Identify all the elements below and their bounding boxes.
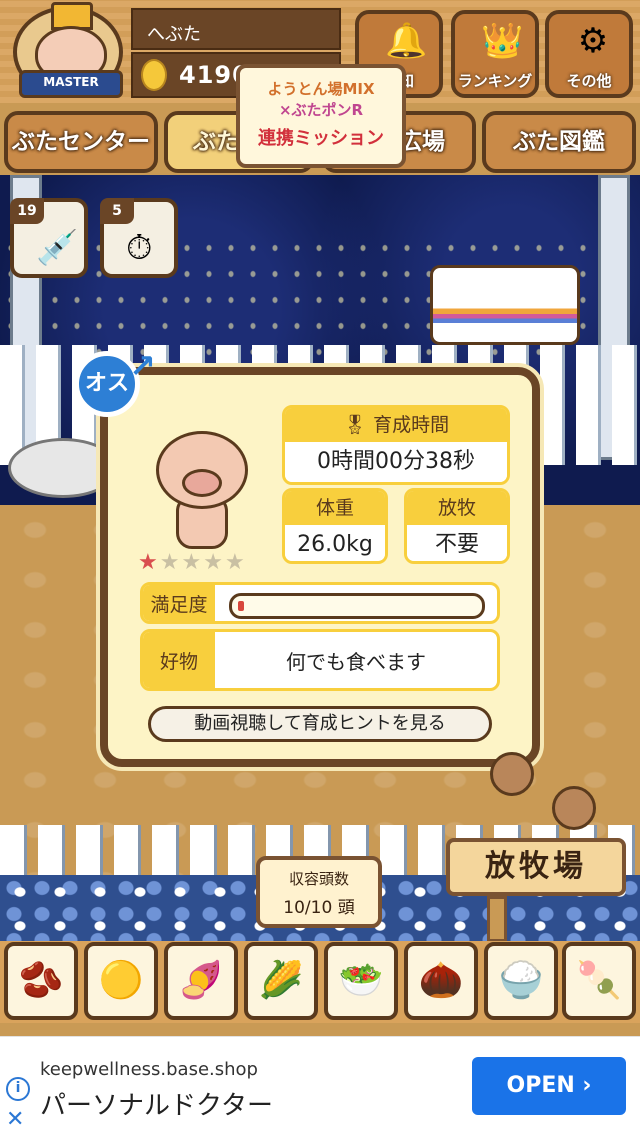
feed-slot-6[interactable]: 🌰 bbox=[404, 942, 478, 1020]
event-mission-sign[interactable]: ようとん場MIX ×ぶたポンR 連携ミッション bbox=[236, 64, 406, 168]
ad-info-icon[interactable]: i bbox=[6, 1077, 30, 1101]
weight-field: 体重 26.0kg bbox=[282, 488, 388, 564]
ad-title: パーソナルドクター bbox=[40, 1091, 273, 1121]
star-empty-icon: ★ bbox=[159, 550, 182, 575]
feed-slot-2[interactable]: 🟡 bbox=[84, 942, 158, 1020]
sparrow bbox=[490, 752, 534, 796]
feed-slot-5[interactable]: 🥗 bbox=[324, 942, 398, 1020]
grain-pile-icon: 🫘 bbox=[18, 960, 64, 1001]
sweet-potato-icon: 🍠 bbox=[178, 960, 224, 1001]
feed-slot-1[interactable]: 🫘 bbox=[4, 942, 78, 1020]
bean-pile-icon: 🟡 bbox=[98, 960, 144, 1001]
favorite-label: 好物 bbox=[143, 632, 215, 688]
timer-item[interactable]: 5 ⏱ bbox=[100, 198, 178, 278]
satisfaction-label: 満足度 bbox=[143, 585, 215, 621]
satisfaction-field: 満足度 bbox=[140, 582, 500, 624]
favorite-value: 何でも食べます bbox=[286, 649, 426, 674]
star-empty-icon: ★ bbox=[203, 550, 225, 575]
pig-portrait bbox=[150, 425, 250, 549]
grazing-label: 放牧 bbox=[407, 491, 507, 525]
feed-slot-3[interactable]: 🍠 bbox=[164, 942, 238, 1020]
star-empty-icon: ★ bbox=[224, 550, 247, 575]
watch-video-hint-button[interactable]: 動画視聴して育成ヒントを見る bbox=[148, 706, 492, 742]
male-symbol-icon: ↗ bbox=[129, 347, 156, 385]
growth-time-field: 🎖 育成時間 0時間00分38秒 bbox=[282, 405, 510, 485]
syringe-item[interactable]: 19 💉 bbox=[10, 198, 88, 278]
star-rating: ★★★★★ bbox=[138, 550, 268, 576]
tab-buta-center[interactable]: ぶたセンター bbox=[4, 111, 158, 173]
ad-open-button[interactable]: OPEN › bbox=[472, 1057, 626, 1115]
crown-icon: 👑 bbox=[481, 21, 524, 61]
growth-time-value: 0時間00分38秒 bbox=[285, 442, 507, 482]
syringe-icon: 💉 bbox=[36, 228, 79, 268]
meatball-dish-icon: 🍡 bbox=[576, 960, 622, 1001]
other-button[interactable]: ⚙ その他 bbox=[545, 10, 633, 98]
feed-slot-4[interactable]: 🌽 bbox=[244, 942, 318, 1020]
tab-buta-zukan[interactable]: ぶた図鑑 bbox=[482, 111, 636, 173]
rank-ribbon: MASTER bbox=[19, 70, 123, 98]
favorite-food-field: 好物 何でも食べます bbox=[140, 629, 500, 691]
grazing-field: 放牧 不要 bbox=[404, 488, 510, 564]
sparrow bbox=[552, 786, 596, 830]
ranking-button[interactable]: 👑 ランキング bbox=[451, 10, 539, 98]
ad-banner[interactable]: i ✕ keepwellness.base.shop パーソナルドクター OPE… bbox=[0, 1036, 640, 1136]
pasture-button[interactable]: 放牧場 bbox=[446, 838, 626, 896]
truck bbox=[430, 265, 580, 345]
star-filled-icon: ★ bbox=[138, 550, 160, 575]
growth-time-label: 🎖 育成時間 bbox=[285, 408, 507, 442]
satisfaction-bar bbox=[215, 585, 497, 621]
ad-close-icon[interactable]: ✕ bbox=[6, 1107, 24, 1132]
weight-label: 体重 bbox=[285, 491, 385, 525]
ad-domain: keepwellness.base.shop bbox=[40, 1059, 258, 1080]
username: へぶた bbox=[131, 8, 341, 50]
stopwatch-icon: ⏱ bbox=[126, 228, 153, 268]
sign-post bbox=[487, 896, 507, 942]
capacity-sign: 収容頭数 10/10 頭 bbox=[256, 856, 382, 928]
feed-slot-7[interactable]: 🍚 bbox=[484, 942, 558, 1020]
male-sex-badge: オス ↗ bbox=[74, 347, 156, 417]
player-avatar[interactable]: MASTER bbox=[13, 2, 123, 98]
corn-icon: 🌽 bbox=[258, 960, 304, 1001]
grazing-value: 不要 bbox=[407, 525, 507, 561]
ribbon-icon: 🎖 bbox=[342, 414, 374, 436]
coin-icon bbox=[141, 59, 167, 91]
bell-icon: 🔔 bbox=[385, 21, 428, 61]
vegetable-bowl-icon: 🥗 bbox=[338, 960, 384, 1001]
weight-value: 26.0kg bbox=[285, 525, 385, 561]
satisfaction-fill bbox=[238, 601, 244, 611]
acorn-icon: 🌰 bbox=[418, 960, 464, 1001]
feed-slot-8[interactable]: 🍡 bbox=[562, 942, 636, 1020]
gear-icon: ⚙ bbox=[577, 21, 609, 61]
grain-dish-icon: 🍚 bbox=[498, 960, 544, 1001]
star-empty-icon: ★ bbox=[181, 550, 204, 575]
